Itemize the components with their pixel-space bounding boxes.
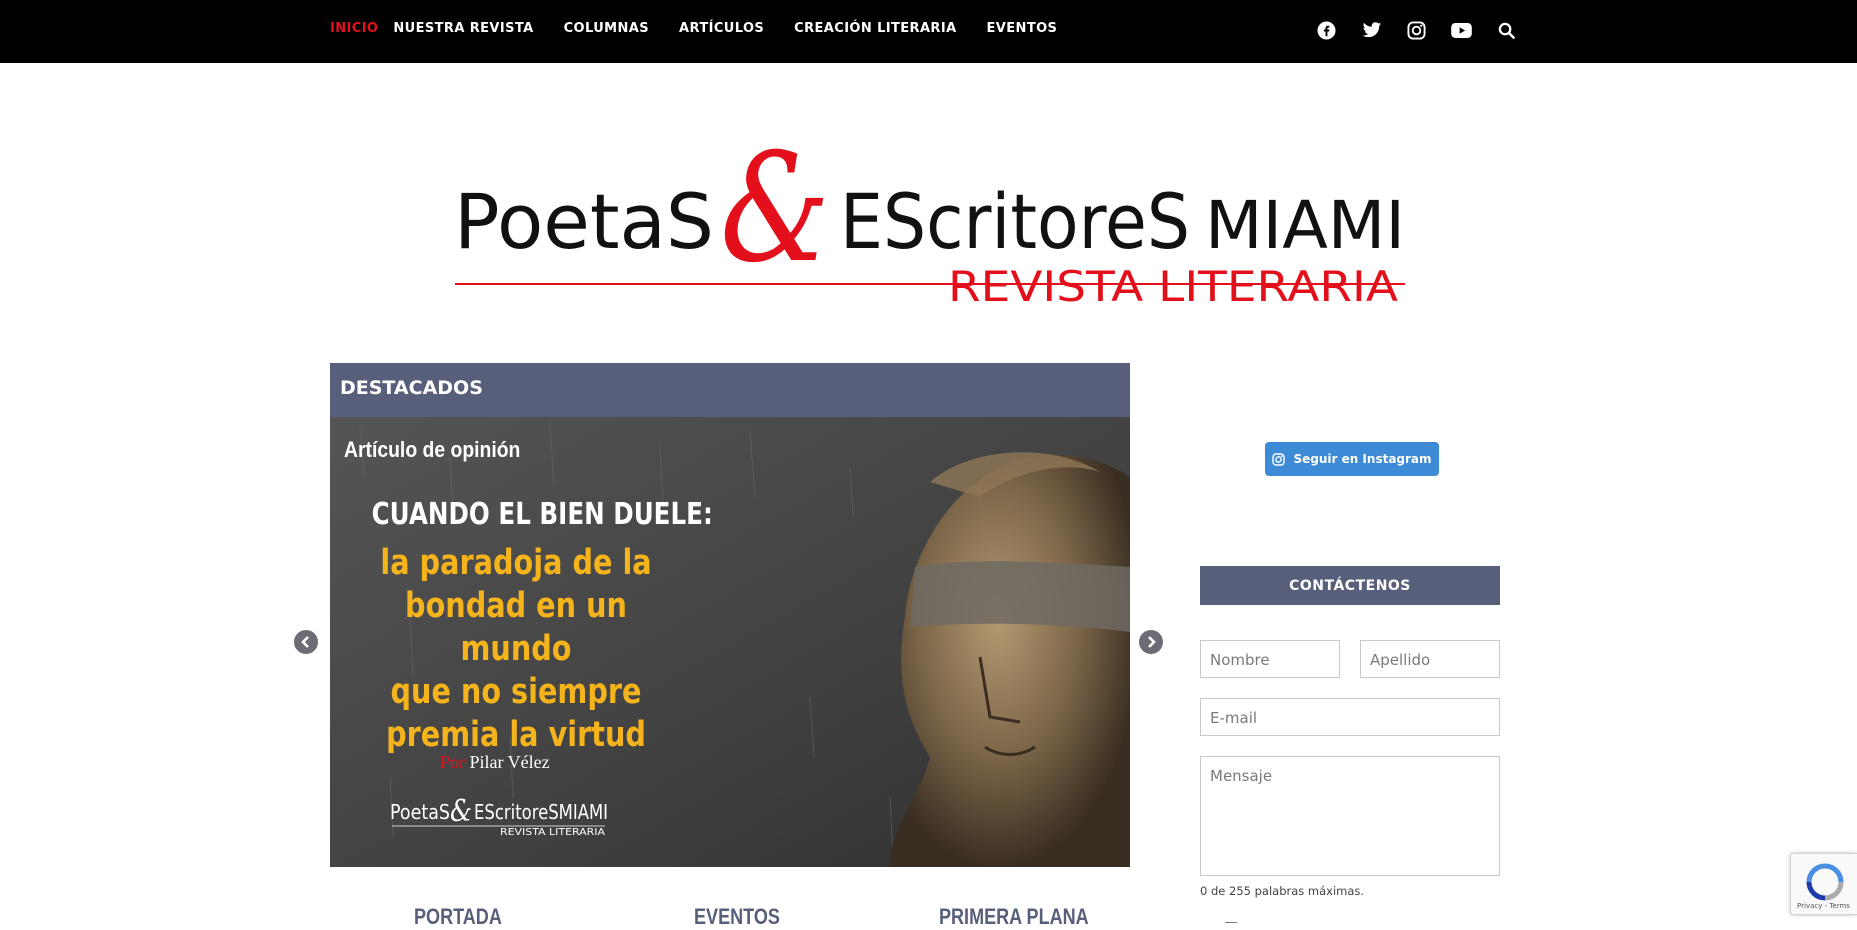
nav-creacion-literaria[interactable]: CREACIÓN LITERARIA — [794, 21, 956, 36]
twitter-icon[interactable] — [1360, 19, 1383, 42]
carousel-next-button[interactable] — [1139, 630, 1163, 654]
top-nav-bar: INICIO NUESTRA REVISTA COLUMNAS ARTÍCULO… — [0, 0, 1857, 63]
section-eventos[interactable]: EVENTOS — [694, 904, 780, 930]
nav-articulos[interactable]: ARTÍCULOS — [679, 21, 764, 36]
slide-headline: CUANDO EL BIEN DUELE: — [371, 497, 713, 532]
main-nav: INICIO NUESTRA REVISTA COLUMNAS ARTÍCULO… — [330, 21, 1087, 36]
section-portada[interactable]: PORTADA — [414, 904, 502, 930]
chevron-right-icon — [1148, 636, 1156, 648]
featured-heading: DESTACADOS — [330, 363, 1130, 417]
carousel-prev-button[interactable] — [294, 630, 318, 654]
logo-tagline: REVISTA LITERARIA — [948, 262, 1398, 310]
featured-slide[interactable]: Artículo de opinión CUANDO EL BIEN DUELE… — [330, 417, 1130, 867]
slide-mini-logo: PoetaS & EScritoreSMIAMI REVISTA LITERAR… — [390, 797, 608, 837]
byline-author: Pilar Vélez — [469, 752, 550, 772]
section-primera-plana[interactable]: PRIMERA PLANA — [939, 904, 1089, 930]
nav-nuestra-revista[interactable]: NUESTRA REVISTA — [393, 21, 533, 36]
slide-subtitle: la paradoja de la bondad en un mundo que… — [352, 542, 680, 757]
slide-subtitle-line: la paradoja de la — [380, 543, 652, 583]
slide-kicker: Artículo de opinión — [344, 437, 521, 462]
recaptcha-terms[interactable]: Privacy - Terms — [1797, 902, 1850, 910]
mini-logo-sub: REVISTA LITERARIA — [500, 827, 605, 837]
recaptcha-badge[interactable]: Privacy - Terms — [1790, 853, 1857, 915]
word-counter: 0 de 255 palabras máximas. — [1200, 884, 1365, 898]
slide-subtitle-line: que no siempre — [390, 672, 642, 712]
logo-text-escritores: EScritoreS — [840, 177, 1190, 266]
site-logo[interactable]: PoetaS & EScritoreS MIAMI REVISTA LITERA… — [450, 140, 1410, 310]
consent-checkbox[interactable] — [1225, 922, 1237, 928]
search-icon[interactable] — [1495, 19, 1518, 42]
mini-logo-amp: & — [450, 797, 472, 829]
youtube-icon[interactable] — [1450, 19, 1473, 42]
logo-text-miami: MIAMI — [1205, 187, 1405, 264]
instagram-follow-label: Seguir en Instagram — [1293, 452, 1432, 466]
contact-heading: CONTÁCTENOS — [1200, 566, 1500, 605]
mensaje-textarea[interactable]: Mensaje — [1200, 756, 1500, 876]
nombre-field[interactable]: Nombre — [1200, 640, 1340, 678]
facebook-icon[interactable] — [1315, 19, 1338, 42]
social-links — [1315, 19, 1518, 42]
nav-inicio[interactable]: INICIO — [330, 21, 378, 36]
slide-subtitle-line: bondad en un mundo — [405, 586, 627, 669]
slide-byline: Por Pilar Vélez — [440, 752, 550, 773]
chevron-left-icon — [301, 636, 309, 648]
slide-subtitle-line: premia la virtud — [386, 715, 646, 755]
section-headings: PORTADA EVENTOS PRIMERA PLANA — [330, 900, 1130, 929]
email-field[interactable]: E-mail — [1200, 698, 1500, 736]
logo-ampersand: & — [720, 140, 830, 296]
apellido-field[interactable]: Apellido — [1360, 640, 1500, 678]
mini-logo-b: EScritoreSMIAMI — [474, 800, 608, 824]
recaptcha-icon — [1806, 863, 1844, 901]
instagram-icon[interactable] — [1405, 19, 1428, 42]
nav-columnas[interactable]: COLUMNAS — [564, 21, 649, 36]
instagram-icon — [1272, 452, 1286, 466]
featured-section: DESTACADOS Artículo de opinión CUANDO EL… — [330, 363, 1130, 867]
logo-text-poetas: PoetaS — [454, 177, 714, 266]
instagram-follow-button[interactable]: Seguir en Instagram — [1265, 442, 1439, 476]
mini-logo-a: PoetaS — [390, 800, 450, 824]
byline-prefix: Por — [440, 752, 466, 772]
nav-eventos[interactable]: EVENTOS — [987, 21, 1058, 36]
